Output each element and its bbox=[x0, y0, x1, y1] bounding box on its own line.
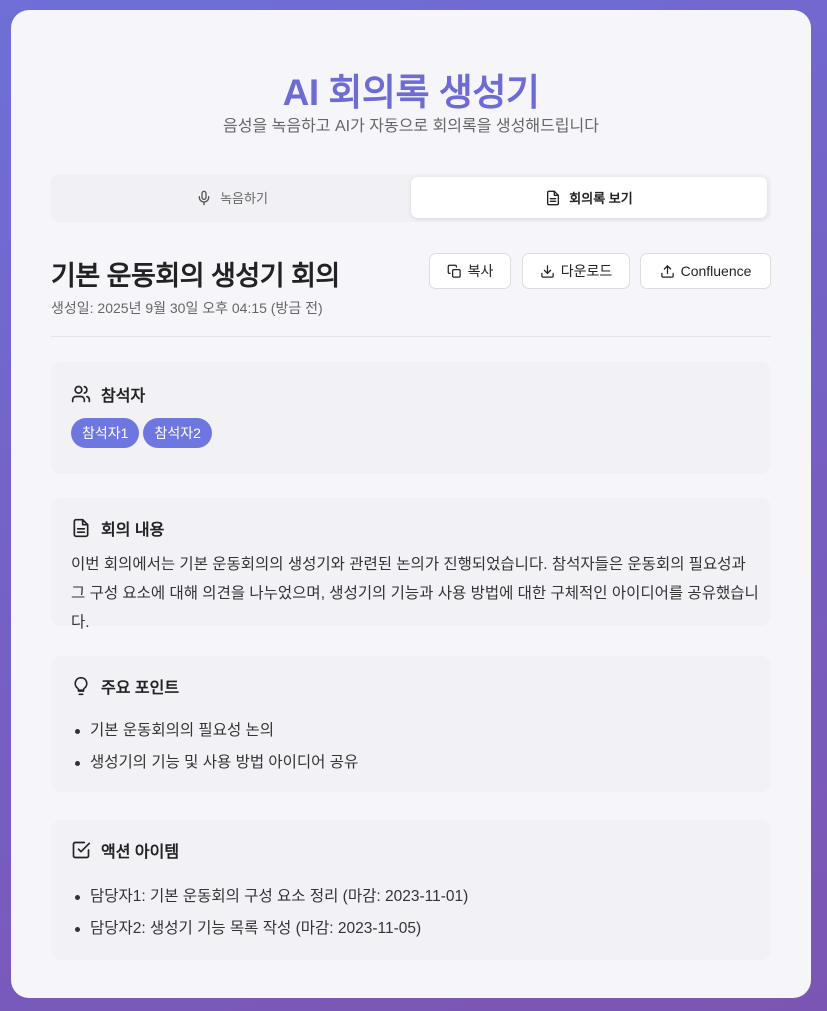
copy-icon bbox=[447, 264, 461, 278]
participant-chips: 참석자1 참석자2 bbox=[71, 418, 212, 448]
page-title: AI 회의록 생성기 bbox=[282, 72, 540, 113]
key-points-heading: 주요 포인트 bbox=[71, 674, 179, 698]
tab-record-label: 녹음하기 bbox=[220, 191, 268, 206]
tab-view-minutes-label: 회의록 보기 bbox=[569, 191, 633, 206]
action-items-section: 액션 아이템 담당자1: 기본 운동회의 구성 요소 정리 (마감: 2023-… bbox=[51, 820, 771, 960]
list-item: 담당자2: 생성기 기능 목록 작성 (마감: 2023-11-05) bbox=[71, 918, 468, 950]
content-heading: 회의 내용 bbox=[71, 516, 164, 540]
lightbulb-icon bbox=[74, 676, 88, 696]
document-title: 기본 운동회의 생성기 회의 bbox=[51, 261, 340, 291]
confluence-button[interactable]: Confluence bbox=[640, 253, 771, 289]
key-points-section: 주요 포인트 기본 운동회의의 필요성 논의 생성기의 기능 및 사용 방법 아… bbox=[51, 656, 771, 792]
participants-heading: 참석자 bbox=[71, 382, 145, 406]
copy-button[interactable]: 복사 bbox=[429, 253, 511, 289]
confluence-button-label: Confluence bbox=[680, 263, 752, 279]
mic-icon bbox=[198, 190, 210, 205]
checkbox-icon bbox=[72, 841, 91, 859]
document-icon bbox=[73, 518, 89, 538]
users-icon bbox=[71, 385, 91, 403]
list-item: 기본 운동회의의 필요성 논의 bbox=[71, 720, 358, 752]
participant-chip: 참석자1 bbox=[71, 418, 140, 448]
tab-record[interactable]: 녹음하기 bbox=[54, 177, 410, 218]
download-button-label: 다운로드 bbox=[560, 263, 613, 279]
tab-view-minutes[interactable]: 회의록 보기 bbox=[411, 177, 767, 218]
download-icon bbox=[540, 264, 554, 278]
key-points-heading-label: 주요 포인트 bbox=[101, 680, 180, 697]
content-section: 회의 내용 이번 회의에서는 기본 운동회의의 생성기와 관련된 논의가 진행되… bbox=[51, 498, 771, 631]
action-items-heading-label: 액션 아이템 bbox=[101, 844, 180, 861]
action-items-heading: 액션 아이템 bbox=[71, 838, 179, 862]
participant-chip: 참석자2 bbox=[143, 418, 212, 448]
participants-section: 참석자 참석자1 참석자2 bbox=[51, 362, 771, 474]
meeting-summary-text: 이번 회의에서는 기본 운동회의의 생성기와 관련된 논의가 진행되었습니다. … bbox=[71, 556, 759, 631]
divider bbox=[51, 336, 771, 337]
created-date: 생성일: 2025년 9월 30일 오후 04:15 (방금 전) bbox=[51, 300, 323, 316]
tab-bar: 녹음하기 회의록 보기 bbox=[51, 174, 771, 222]
copy-button-label: 복사 bbox=[467, 263, 494, 279]
key-points-list: 기본 운동회의의 필요성 논의 생성기의 기능 및 사용 방법 아이디어 공유 bbox=[71, 720, 358, 784]
list-item: 생성기의 기능 및 사용 방법 아이디어 공유 bbox=[71, 752, 358, 784]
upload-icon bbox=[660, 264, 674, 278]
list-item: 담당자1: 기본 운동회의 구성 요소 정리 (마감: 2023-11-01) bbox=[71, 886, 468, 918]
action-items-list: 담당자1: 기본 운동회의 구성 요소 정리 (마감: 2023-11-01) … bbox=[71, 886, 468, 950]
document-icon bbox=[547, 190, 560, 205]
main-card: AI 회의록 생성기 음성을 녹음하고 AI가 자동으로 회의록을 생성해드립니… bbox=[11, 10, 811, 998]
download-button[interactable]: 다운로드 bbox=[522, 253, 630, 289]
participants-heading-label: 참석자 bbox=[101, 388, 146, 405]
content-heading-label: 회의 내용 bbox=[101, 522, 165, 539]
page-subtitle: 음성을 녹음하고 AI가 자동으로 회의록을 생성해드립니다 bbox=[223, 118, 599, 135]
